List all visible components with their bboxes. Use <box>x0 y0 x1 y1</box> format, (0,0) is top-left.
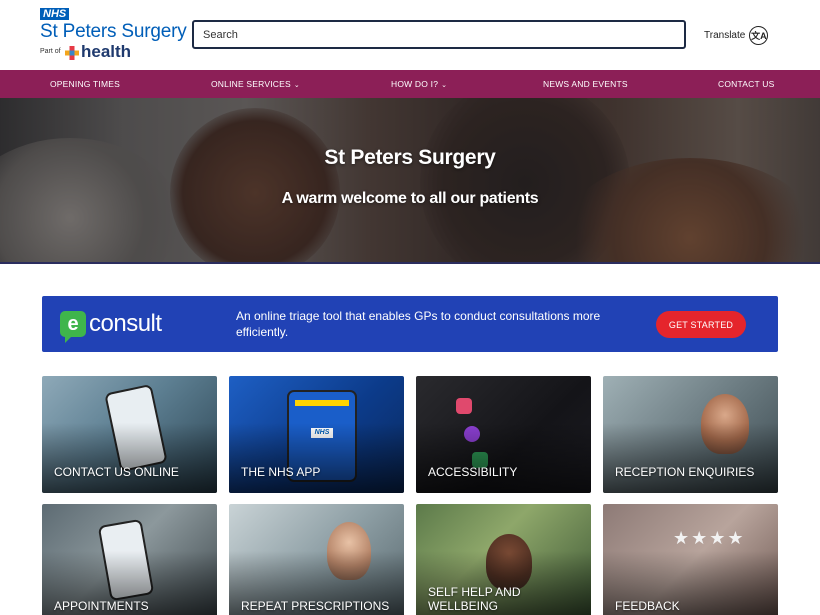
econsult-description: An online triage tool that enables GPs t… <box>236 309 601 339</box>
nav-news-and-events[interactable]: NEWS AND EVENTS <box>543 70 628 98</box>
nav-contact-us[interactable]: CONTACT US <box>718 70 774 98</box>
nhs-logo: NHS <box>40 8 70 20</box>
practice-name: St Peters Surgery <box>40 21 187 42</box>
translate-button[interactable]: Translate 文A <box>704 25 769 45</box>
part-of-label: Part of <box>40 48 61 55</box>
chevron-down-icon: ⌄ <box>293 82 300 89</box>
card-repeat-prescriptions[interactable]: REPEAT PRESCRIPTIONS <box>229 504 404 615</box>
card-appointments[interactable]: APPOINTMENTS <box>42 504 217 615</box>
card-label: RECEPTION ENQUIRIES <box>615 465 755 479</box>
hero-banner: St Peters Surgery A warm welcome to all … <box>0 98 820 264</box>
hero-title: St Peters Surgery <box>324 146 496 169</box>
card-reception-enquiries[interactable]: RECEPTION ENQUIRIES <box>603 376 778 493</box>
card-label: THE NHS APP <box>241 465 321 479</box>
nav-opening-times[interactable]: OPENING TIMES <box>50 70 120 98</box>
nav-label: CONTACT US <box>718 79 775 89</box>
hero-divider <box>0 262 820 264</box>
card-label: CONTACT US ONLINE <box>54 465 179 479</box>
nav-label: ONLINE SERVICES <box>211 79 291 89</box>
econsult-logo-icon: e <box>60 311 86 343</box>
card-self-help-and-wellbeing[interactable]: SELF HELP AND WELLBEING <box>416 504 591 615</box>
search-input[interactable] <box>192 20 686 49</box>
get-started-button[interactable]: GET STARTED <box>656 311 746 338</box>
nav-label: HOW DO I? <box>391 79 439 89</box>
plus-cross-icon <box>65 46 79 60</box>
hero-overlay <box>0 98 820 264</box>
econsult-wordmark: consult <box>89 310 162 337</box>
card-label: APPOINTMENTS <box>54 599 149 613</box>
chevron-down-icon: ⌄ <box>441 82 448 89</box>
nav-how-do-i[interactable]: HOW DO I? ⌄ <box>391 70 447 98</box>
card-the-nhs-app[interactable]: NHS THE NHS APP <box>229 376 404 493</box>
practice-logo[interactable]: NHS St Peters Surgery Part of health <box>40 8 187 64</box>
hero-subtitle: A warm welcome to all our patients <box>281 190 539 207</box>
card-feedback[interactable]: ★★★★ FEEDBACK <box>603 504 778 615</box>
card-label: SELF HELP AND WELLBEING <box>428 585 521 613</box>
card-accessibility[interactable]: ACCESSIBILITY <box>416 376 591 493</box>
nav-label: NEWS AND EVENTS <box>543 79 628 89</box>
site-header: NHS St Peters Surgery Part of health Tra… <box>0 0 820 70</box>
card-label: FEEDBACK <box>615 599 680 613</box>
health-wordmark: health <box>81 42 132 61</box>
econsult-logo: e consult <box>60 307 162 343</box>
nav-online-services[interactable]: ONLINE SERVICES ⌄ <box>211 70 300 98</box>
card-label: ACCESSIBILITY <box>428 465 518 479</box>
card-contact-us-online[interactable]: CONTACT US ONLINE <box>42 376 217 493</box>
nav-label: OPENING TIMES <box>50 79 120 89</box>
card-label: REPEAT PRESCRIPTIONS <box>241 599 390 613</box>
main-navigation: OPENING TIMES ONLINE SERVICES ⌄ HOW DO I?… <box>0 70 820 98</box>
translate-label: Translate <box>704 29 746 41</box>
econsult-banner: e consult An online triage tool that ena… <box>42 296 778 352</box>
translate-icon: 文A <box>749 25 769 45</box>
